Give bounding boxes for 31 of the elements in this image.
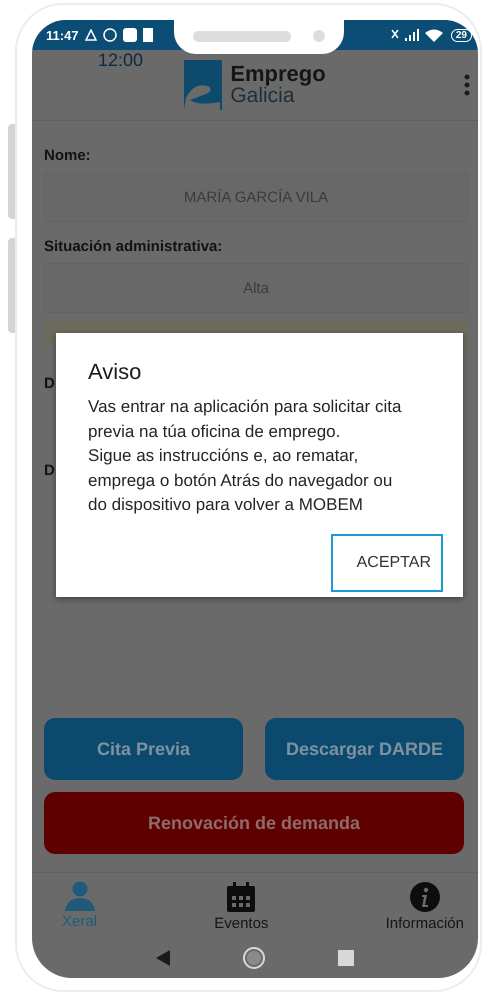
- field-label: Nome:: [44, 147, 92, 164]
- dialog-title: Aviso: [88, 359, 142, 385]
- app-notification-icon: [142, 28, 153, 42]
- action-button[interactable]: Renovación de demanda: [44, 792, 464, 854]
- back-icon[interactable]: [156, 950, 170, 966]
- action-button[interactable]: Descargar DARDE: [265, 718, 464, 780]
- dialog-message: Sigue as instruccións e, ao rematar, emprega o botón Atrás do navegador ou do dispositivo para volver a MOBEM: [88, 445, 394, 516]
- alarm-icon: [102, 28, 117, 42]
- calendar-icon: [225, 881, 258, 913]
- action-button[interactable]: Cita Previa: [44, 718, 243, 780]
- home-icon[interactable]: [242, 946, 266, 970]
- app-notification-icon: [122, 28, 137, 42]
- front-camera: [313, 30, 325, 42]
- bell-off-icon: [84, 29, 97, 41]
- nav-tab[interactable]: Eventos: [214, 881, 268, 932]
- field-label: D: [44, 462, 56, 479]
- field-label: D: [44, 375, 56, 392]
- logo-title: Emprego: [230, 63, 326, 85]
- clock-text: 12:00: [98, 51, 144, 69]
- person-icon: [64, 881, 96, 911]
- dialog-message: Vas entrar na aplicación para solicitar cita previa na túa oficina de emprego.: [88, 396, 402, 442]
- logo-subtitle: Galicia: [230, 85, 295, 107]
- field-label: Situación administrativa:: [44, 238, 224, 255]
- battery-indicator: 29: [450, 28, 472, 42]
- logo-icon: [184, 60, 222, 110]
- status-time: 11:47: [46, 28, 79, 42]
- info-icon: [408, 881, 441, 913]
- menu-icon[interactable]: [464, 74, 470, 96]
- accept-button[interactable]: ACEPTAR: [331, 534, 443, 592]
- signal-wifi-icons: [388, 27, 445, 43]
- nav-tab[interactable]: Información: [386, 881, 464, 932]
